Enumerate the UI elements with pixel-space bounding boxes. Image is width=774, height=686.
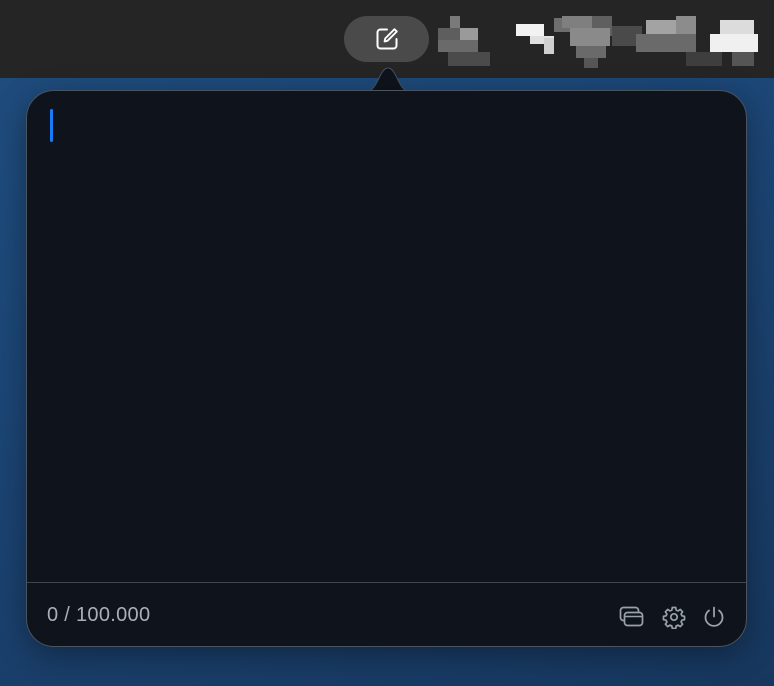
menubar-icon-4[interactable] [636, 16, 760, 68]
text-cursor [50, 109, 53, 142]
menubar-icon-3[interactable] [552, 16, 642, 68]
edit-note-button[interactable] [344, 16, 429, 62]
windows-button[interactable] [618, 603, 646, 631]
windows-icon [619, 606, 644, 627]
power-icon [704, 606, 724, 627]
character-counter: 0 / 100.000 [47, 604, 151, 626]
power-button[interactable] [700, 603, 728, 631]
menubar-icon-1[interactable] [438, 16, 490, 66]
note-popover: 0 / 100.000 [26, 90, 747, 647]
footer-divider [27, 582, 746, 583]
settings-button[interactable] [660, 603, 688, 631]
popover-arrow [361, 67, 415, 94]
gear-icon [662, 606, 686, 629]
edit-note-icon [376, 28, 398, 50]
note-text-area[interactable] [27, 91, 746, 582]
